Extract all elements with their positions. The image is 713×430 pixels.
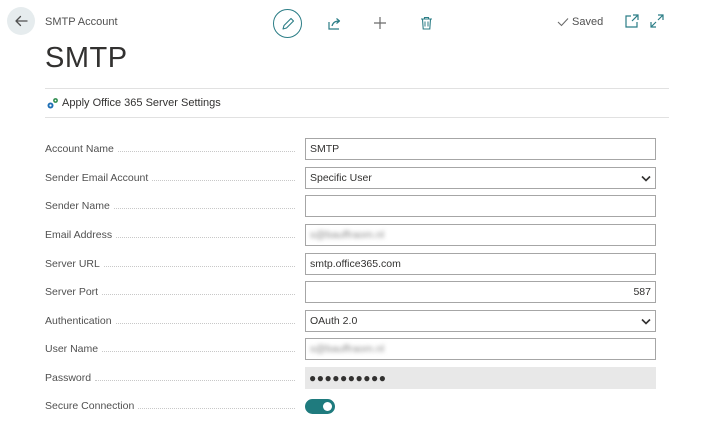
field-secure-connection: Secure Connection	[45, 395, 656, 417]
delete-button[interactable]	[412, 9, 440, 37]
field-authentication: Authentication OAuth 2.0	[45, 310, 656, 332]
field-label: Password	[45, 372, 92, 384]
plus-icon	[374, 17, 386, 29]
field-user-name: User Name s@bauffraom.nl	[45, 338, 656, 360]
field-label: Authentication	[45, 315, 112, 327]
sender-email-account-select[interactable]: Specific User	[305, 167, 656, 189]
field-label: User Name	[45, 343, 99, 355]
field-label: Server Port	[45, 286, 99, 298]
page-caption: SMTP Account	[45, 16, 118, 28]
back-button[interactable]	[7, 7, 35, 35]
field-server-port: Server Port 587	[45, 281, 656, 303]
chevron-down-icon	[641, 175, 651, 182]
edit-button[interactable]	[273, 9, 302, 38]
back-arrow-icon	[15, 15, 28, 27]
popout-button[interactable]	[624, 13, 640, 29]
field-label: Secure Connection	[45, 400, 135, 412]
field-label: Server URL	[45, 258, 100, 270]
save-status: Saved	[557, 16, 603, 28]
field-label: Sender Email Account	[45, 172, 149, 184]
field-label: Email Address	[45, 229, 113, 241]
account-name-input[interactable]: SMTP	[305, 138, 656, 160]
field-account-name: Account Name SMTP	[45, 138, 656, 160]
expand-icon	[650, 14, 664, 28]
field-server-url: Server URL smtp.office365.com	[45, 253, 656, 275]
field-password: Password ●●●●●●●●●●	[45, 367, 656, 389]
server-port-input[interactable]: 587	[305, 281, 656, 303]
field-label: Sender Name	[45, 200, 110, 212]
share-icon	[327, 17, 340, 30]
field-sender-email-account: Sender Email Account Specific User	[45, 167, 656, 189]
share-button[interactable]	[320, 9, 348, 37]
apply-office365-label: Apply Office 365 Server Settings	[62, 97, 221, 109]
field-label: Account Name	[45, 143, 114, 155]
email-address-input[interactable]: s@bauffraom.nl	[305, 224, 656, 246]
sender-name-input[interactable]	[305, 195, 656, 217]
secure-connection-toggle[interactable]	[305, 399, 335, 414]
checkmark-icon	[557, 18, 569, 27]
expand-button[interactable]	[649, 13, 665, 29]
server-url-input[interactable]: smtp.office365.com	[305, 253, 656, 275]
user-name-input[interactable]: s@bauffraom.nl	[305, 338, 656, 360]
field-email-address: Email Address s@bauffraom.nl	[45, 224, 656, 246]
save-status-label: Saved	[572, 16, 604, 28]
gear-icon	[47, 97, 58, 108]
chevron-down-icon	[641, 318, 651, 325]
apply-office365-action[interactable]: Apply Office 365 Server Settings	[45, 88, 669, 118]
authentication-select[interactable]: OAuth 2.0	[305, 310, 656, 332]
page-title: SMTP	[45, 42, 128, 74]
new-button[interactable]	[366, 9, 394, 37]
field-sender-name: Sender Name	[45, 195, 656, 217]
edit-icon	[281, 17, 294, 30]
trash-icon	[420, 16, 432, 30]
popout-icon	[625, 14, 639, 28]
password-input[interactable]: ●●●●●●●●●●	[305, 367, 656, 389]
toggle-knob	[323, 402, 332, 411]
